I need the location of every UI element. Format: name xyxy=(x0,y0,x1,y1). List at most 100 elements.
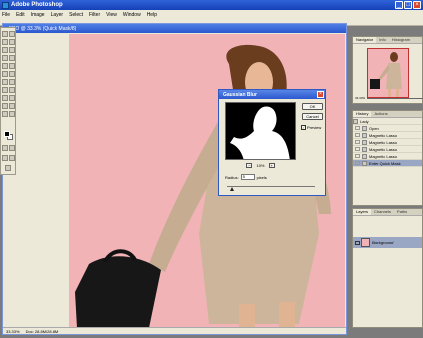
lasso-step-icon xyxy=(362,146,367,152)
layer-row[interactable]: Background xyxy=(353,237,422,248)
history-item[interactable]: Magnetic Lasso xyxy=(353,153,422,160)
history-item[interactable]: Open xyxy=(353,125,422,132)
history-document-name: Lady xyxy=(360,118,369,124)
history-brush-tool-icon[interactable] xyxy=(9,63,15,69)
history-brush-source-icon[interactable] xyxy=(355,154,360,158)
status-zoom[interactable]: 33.33% xyxy=(6,329,20,334)
app-title: Adobe Photoshop xyxy=(11,2,63,8)
menu-window[interactable]: Window xyxy=(123,12,141,18)
tab-navigator[interactable]: Navigator xyxy=(353,37,377,43)
document-titlebar[interactable]: FPO @ 33.3% (Quick Mask/8) xyxy=(3,24,346,33)
blur-tool-icon[interactable] xyxy=(2,79,8,85)
menu-select[interactable]: Select xyxy=(69,12,83,18)
healing-brush-tool-icon[interactable] xyxy=(2,55,8,61)
tab-channels[interactable]: Channels xyxy=(371,209,394,215)
layer-name: Background xyxy=(372,240,394,245)
menu-help[interactable]: Help xyxy=(147,12,157,18)
menu-bar: File Edit Image Layer Select Filter View… xyxy=(0,10,423,19)
layer-thumbnail xyxy=(361,238,370,247)
quick-mask-step-icon xyxy=(362,160,367,166)
menu-image[interactable]: Image xyxy=(31,12,45,18)
foreground-color-swatch[interactable] xyxy=(4,131,10,137)
jump-to-imageready-icon[interactable] xyxy=(5,165,11,171)
snapshot-icon xyxy=(353,118,358,124)
history-brush-source-icon[interactable] xyxy=(355,133,360,137)
radius-slider-track[interactable] xyxy=(227,186,315,187)
history-item-label: Open xyxy=(369,125,379,131)
history-snapshot[interactable]: Lady xyxy=(353,118,422,125)
blur-preview[interactable] xyxy=(225,102,296,160)
zoom-tool-icon[interactable] xyxy=(9,111,15,117)
quick-mask-mode-icon[interactable] xyxy=(9,145,15,151)
magic-wand-tool-icon[interactable] xyxy=(9,39,15,45)
history-item-selected[interactable]: Enter Quick Mask xyxy=(353,160,422,167)
cancel-button[interactable]: Cancel xyxy=(302,113,323,120)
history-panel: History Actions Lady Open Magnetic Lasso… xyxy=(352,110,423,206)
menu-file[interactable]: File xyxy=(2,12,10,18)
preview-checkbox[interactable]: ✓ xyxy=(301,125,306,130)
history-item-label: Magnetic Lasso xyxy=(369,153,398,159)
tab-history[interactable]: History xyxy=(353,111,372,117)
dialog-titlebar[interactable]: Gaussian Blur xyxy=(219,90,325,99)
hand-tool-icon[interactable] xyxy=(2,111,8,117)
dialog-title: Gaussian Blur xyxy=(223,91,257,98)
crop-tool-icon[interactable] xyxy=(2,47,8,53)
radius-slider-thumb[interactable] xyxy=(230,187,235,191)
close-button[interactable]: × xyxy=(413,1,421,9)
path-selection-tool-icon[interactable] xyxy=(2,87,8,93)
clone-stamp-tool-icon[interactable] xyxy=(2,63,8,69)
preview-checkbox-row[interactable]: ✓ Preview xyxy=(301,125,321,130)
dialog-close-button[interactable]: × xyxy=(317,91,324,98)
zoom-value: 10% xyxy=(256,163,265,168)
eraser-tool-icon[interactable] xyxy=(2,71,8,77)
open-step-icon xyxy=(362,125,367,131)
slice-tool-icon[interactable] xyxy=(9,47,15,53)
radius-input[interactable]: 5 xyxy=(240,174,255,180)
maximize-button[interactable]: □ xyxy=(404,1,412,9)
navigator-zoom-slider[interactable] xyxy=(367,97,423,99)
history-brush-source-icon[interactable] xyxy=(355,161,360,165)
history-brush-source-icon[interactable] xyxy=(355,126,360,130)
history-item[interactable]: Magnetic Lasso xyxy=(353,139,422,146)
tab-info[interactable]: Info xyxy=(376,37,389,43)
gradient-tool-icon[interactable] xyxy=(9,71,15,77)
navigator-thumbnail[interactable] xyxy=(367,48,409,98)
brush-tool-icon[interactable] xyxy=(9,55,15,61)
menu-layer[interactable]: Layer xyxy=(51,12,64,18)
menu-view[interactable]: View xyxy=(106,12,117,18)
history-brush-source-icon[interactable] xyxy=(355,140,360,144)
history-item-label: Magnetic Lasso xyxy=(369,146,398,152)
tab-actions[interactable]: Actions xyxy=(371,111,390,117)
mask-silhouette xyxy=(230,106,290,159)
menu-filter[interactable]: Filter xyxy=(89,12,100,18)
tab-histogram[interactable]: Histogram xyxy=(389,37,413,43)
eyedropper-tool-icon[interactable] xyxy=(9,103,15,109)
document-status-bar: 33.33% Doc: 28.8M/28.8M xyxy=(3,327,346,334)
history-item[interactable]: Magnetic Lasso xyxy=(353,146,422,153)
lasso-tool-icon[interactable] xyxy=(2,39,8,45)
zoom-in-button[interactable]: + xyxy=(268,163,275,168)
menu-edit[interactable]: Edit xyxy=(16,12,25,18)
ok-button[interactable]: OK xyxy=(302,103,323,110)
navigator-zoom-text[interactable]: 33.33% xyxy=(355,96,365,100)
notes-tool-icon[interactable] xyxy=(2,103,8,109)
pen-tool-icon[interactable] xyxy=(2,95,8,101)
history-brush-source-icon[interactable] xyxy=(355,147,360,151)
shape-tool-icon[interactable] xyxy=(9,95,15,101)
preview-label: Preview xyxy=(307,125,322,130)
history-item[interactable]: Magnetic Lasso xyxy=(353,132,422,139)
tab-paths[interactable]: Paths xyxy=(394,209,410,215)
full-screen-mode-icon[interactable] xyxy=(9,155,15,161)
layer-visibility-eye-icon[interactable] xyxy=(355,240,360,245)
zoom-out-button[interactable]: − xyxy=(246,163,253,168)
photoshop-logo-icon xyxy=(2,1,9,9)
screen-mode-icon[interactable] xyxy=(2,155,8,161)
dodge-tool-icon[interactable] xyxy=(9,79,15,85)
standard-mode-icon[interactable] xyxy=(2,145,8,151)
move-tool-icon[interactable] xyxy=(9,31,15,37)
type-tool-icon[interactable] xyxy=(9,87,15,93)
minimize-button[interactable]: _ xyxy=(395,1,403,9)
tab-layers[interactable]: Layers xyxy=(353,209,372,215)
marquee-tool-icon[interactable] xyxy=(2,31,8,37)
lasso-step-icon xyxy=(362,139,367,145)
